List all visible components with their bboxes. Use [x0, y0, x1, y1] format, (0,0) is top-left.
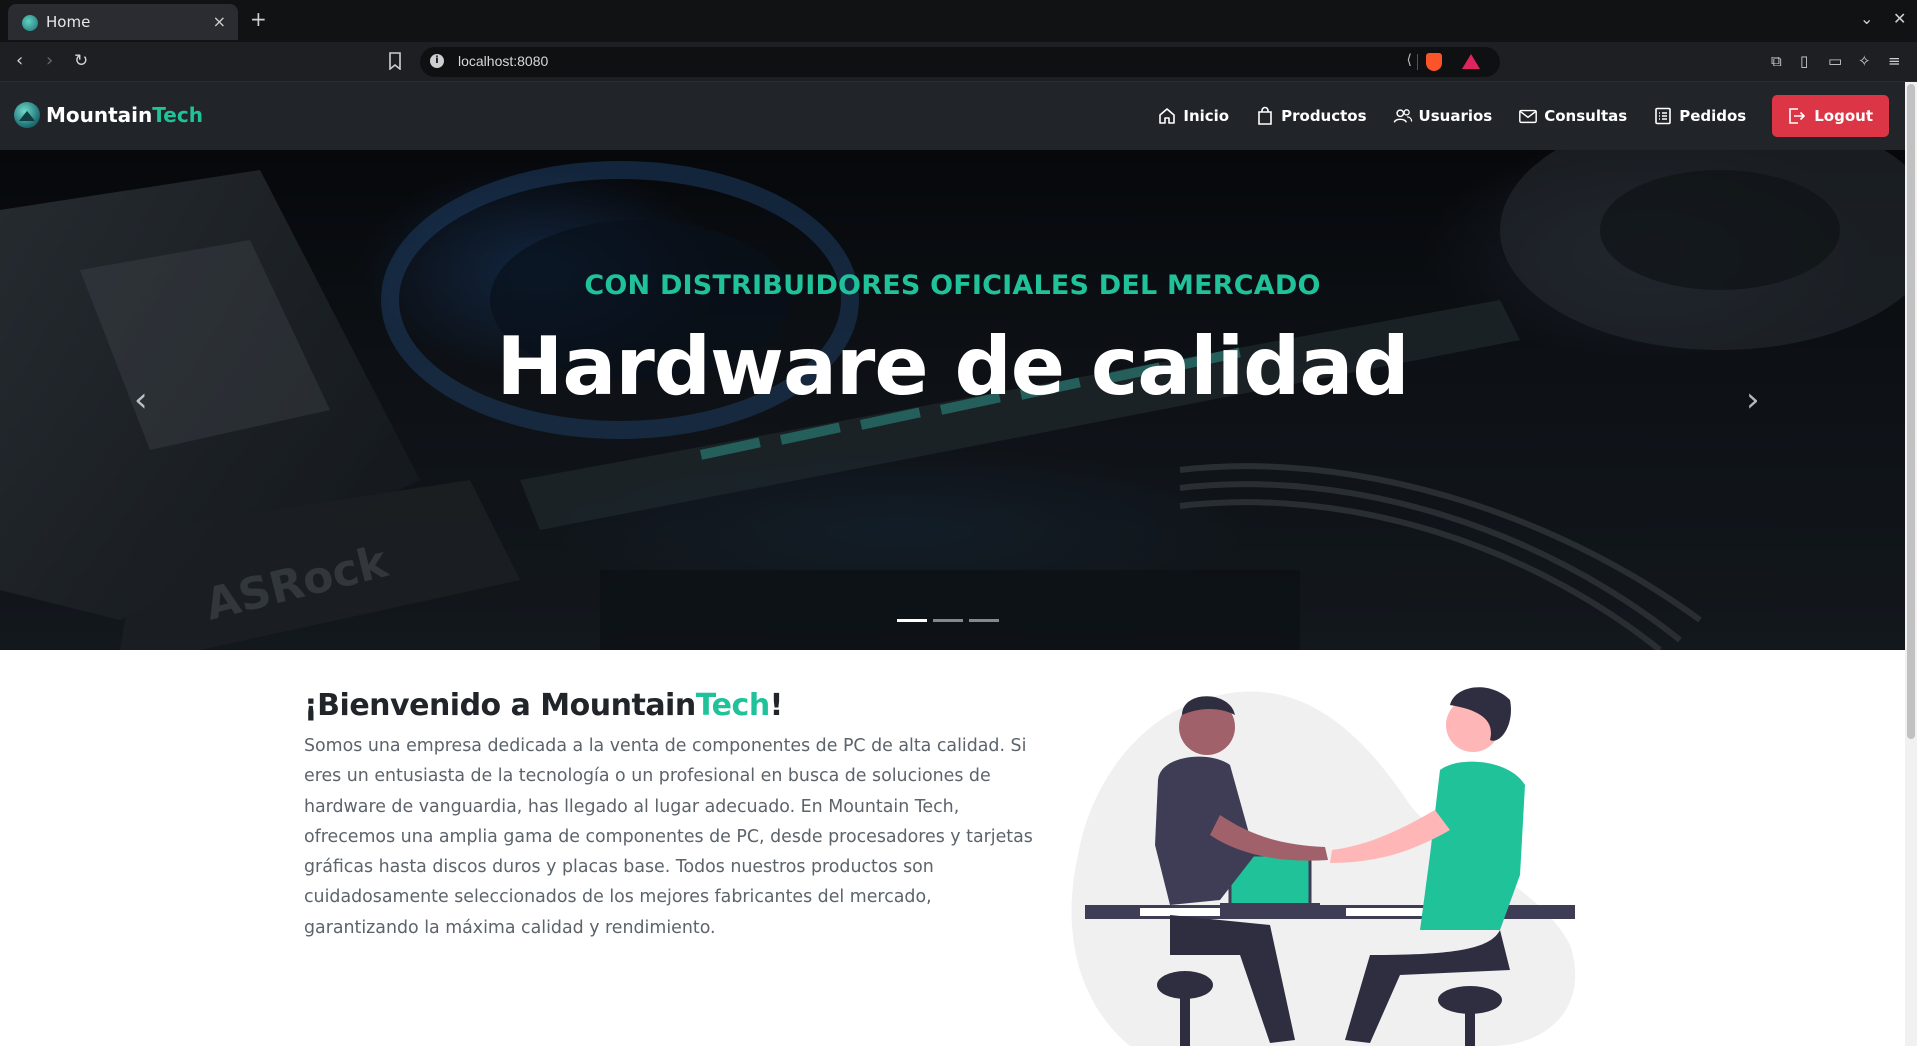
welcome-text: Somos una empresa dedicada a la venta de…: [304, 736, 1033, 938]
hero-subtitle: CON DISTRIBUIDORES OFICIALES DEL MERCADO: [584, 270, 1321, 301]
brand-logo[interactable]: MountainTech: [14, 102, 203, 128]
brave-rewards-icon[interactable]: [1462, 54, 1480, 69]
list-icon: [1655, 107, 1672, 125]
bookmark-icon[interactable]: [388, 52, 402, 70]
carousel-indicator[interactable]: [933, 619, 963, 622]
sidebar-icon[interactable]: ▯: [1800, 52, 1808, 70]
site-navbar: MountainTech Inicio Productos Usuarios C…: [0, 82, 1905, 150]
reload-icon[interactable]: ↻: [74, 51, 88, 71]
welcome-heading: ¡Bienvenido a MountainTech!: [304, 688, 783, 723]
new-tab-button[interactable]: +: [250, 7, 267, 31]
forward-icon[interactable]: ›: [46, 51, 53, 71]
brave-shield-icon[interactable]: [1426, 53, 1442, 71]
favicon-icon: [22, 15, 38, 31]
shopping-bag-icon: [1258, 106, 1272, 125]
users-icon: [1393, 109, 1412, 123]
window-close-icon[interactable]: ✕: [1893, 9, 1906, 28]
browser-tab[interactable]: Home ×: [8, 4, 238, 40]
tab-close-button[interactable]: ×: [213, 12, 226, 31]
nav-item-pedidos[interactable]: Pedidos: [1653, 106, 1746, 126]
menu-icon[interactable]: ≡: [1888, 52, 1901, 70]
wallet-icon[interactable]: ▭: [1828, 52, 1842, 70]
url-divider: [1417, 54, 1418, 70]
carousel-next-icon[interactable]: ›: [1746, 380, 1760, 420]
nav-item-consultas[interactable]: Consultas: [1518, 106, 1627, 126]
welcome-section: ¡Bienvenido a MountainTech! Somos una em…: [304, 688, 1049, 943]
mountain-logo-icon: [14, 102, 40, 128]
browser-toolbar: ‹ › ↻ i localhost:8080 ⟨ ⧉ ▯ ▭ ✧ ≡: [0, 42, 1917, 82]
nav-item-productos[interactable]: Productos: [1255, 106, 1367, 126]
carousel-indicator[interactable]: [897, 619, 927, 622]
hero-title: Hardware de calidad: [496, 320, 1409, 413]
share-icon[interactable]: ⟨: [1407, 52, 1412, 68]
address-bar[interactable]: i localhost:8080 ⟨: [420, 47, 1500, 77]
tab-title: Home: [46, 13, 91, 31]
nav-item-inicio[interactable]: Inicio: [1157, 106, 1229, 126]
site-info-icon[interactable]: i: [430, 54, 444, 68]
extensions-icon[interactable]: ⧉: [1771, 52, 1782, 70]
logout-button[interactable]: Logout: [1772, 95, 1889, 137]
scrollbar-thumb[interactable]: [1907, 84, 1915, 739]
home-icon: [1159, 108, 1176, 124]
hero-carousel: ASRock CON DISTRIBUIDORES OFICIALES DEL …: [0, 150, 1905, 650]
carousel-indicators: [897, 619, 999, 622]
tab-list-chevron-icon[interactable]: ⌄: [1860, 9, 1873, 28]
brand-name: MountainTech: [46, 103, 203, 127]
carousel-prev-icon[interactable]: ‹: [134, 380, 148, 420]
nav-item-usuarios[interactable]: Usuarios: [1393, 106, 1492, 126]
page-scrollbar[interactable]: [1905, 82, 1917, 1046]
logout-icon: [1789, 108, 1806, 124]
envelope-icon: [1519, 109, 1538, 124]
carousel-indicator[interactable]: [969, 619, 999, 622]
back-icon[interactable]: ‹: [16, 51, 23, 71]
url-text[interactable]: localhost:8080: [458, 53, 548, 69]
leo-ai-icon[interactable]: ✧: [1858, 52, 1871, 70]
handshake-illustration: [1071, 687, 1576, 1046]
main-menu: Inicio Productos Usuarios Consultas Pedi…: [1157, 82, 1905, 150]
browser-tab-bar: Home × + ⌄ ✕: [0, 0, 1917, 42]
